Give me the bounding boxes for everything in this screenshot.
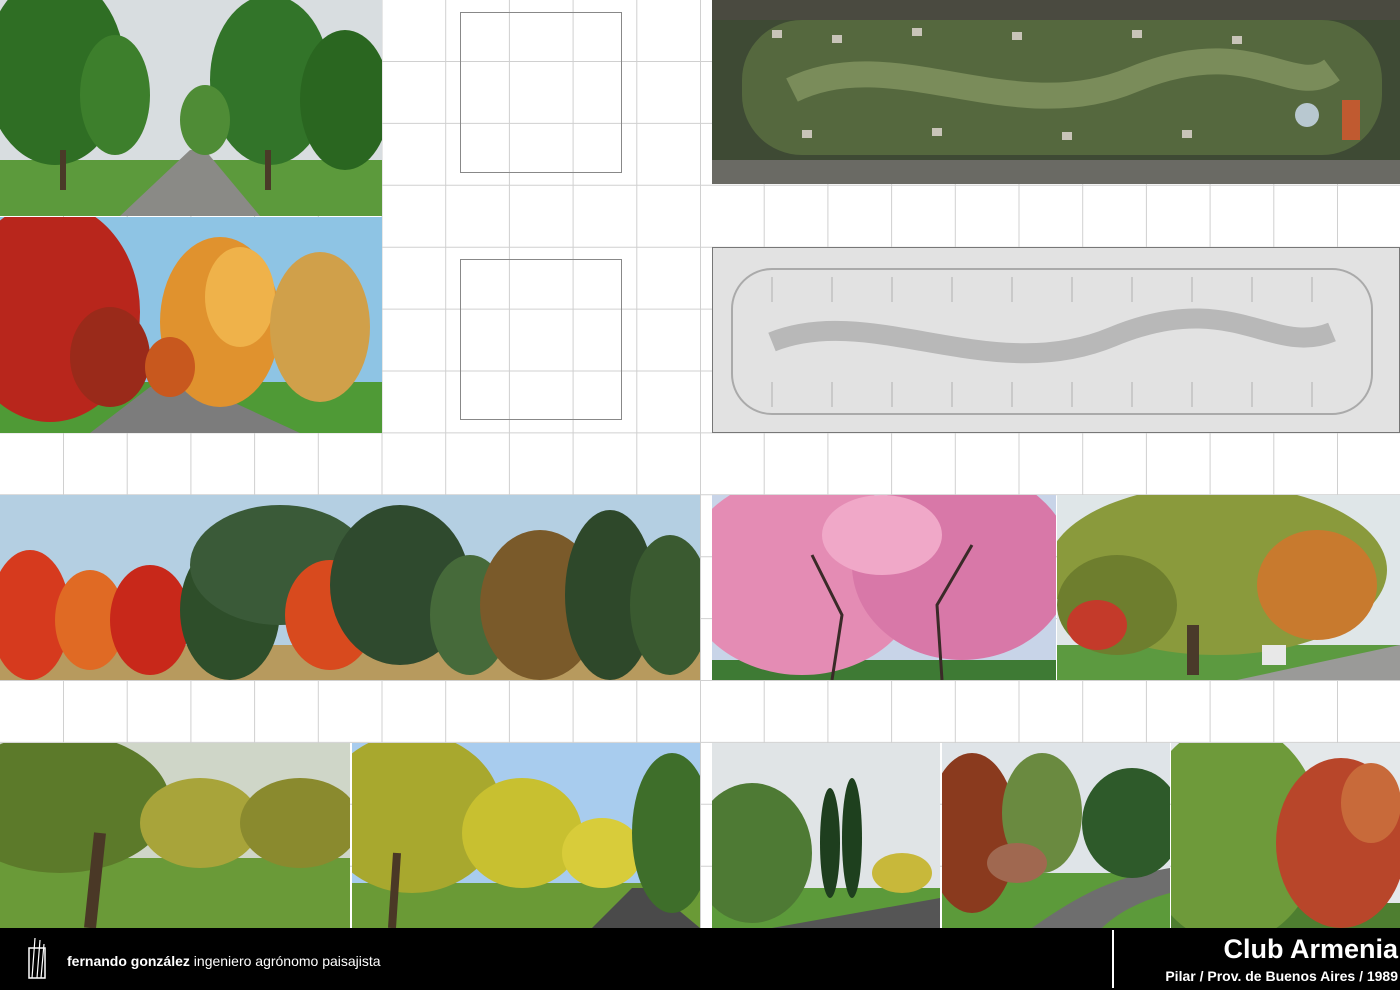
author-title: ingeniero agrónomo paisajista (193, 953, 381, 969)
project-title: Club Armenia (1223, 934, 1398, 964)
photo-pink-blossom (712, 495, 1056, 680)
author-name: fernando gonzález (67, 953, 190, 969)
photo-curved-road (942, 743, 1170, 928)
placeholder-frame-top (460, 12, 622, 173)
photo-site-plan (712, 247, 1400, 433)
footer-divider (1112, 930, 1114, 988)
project-subtitle: Pilar / Prov. de Buenos Aires / 1989 (1165, 968, 1398, 984)
placeholder-frame-bottom (460, 259, 622, 420)
photo-cypress-road (712, 743, 940, 928)
photo-autumn-corner (1171, 743, 1400, 928)
footer-bar: fernando gonzález ingeniero agrónomo pai… (0, 928, 1400, 990)
photo-autumn-treeline (0, 495, 700, 680)
photo-aerial-site (712, 0, 1400, 184)
photo-yellow-trees-road (352, 743, 700, 928)
signature-logo-icon (28, 937, 46, 979)
photo-park-lawn (0, 743, 350, 928)
author-credit: fernando gonzález ingeniero agrónomo pai… (67, 953, 381, 969)
photo-tree-avenue-autumn (0, 217, 382, 433)
photo-tree-bench (1057, 495, 1400, 680)
photo-tree-avenue-summer (0, 0, 382, 216)
